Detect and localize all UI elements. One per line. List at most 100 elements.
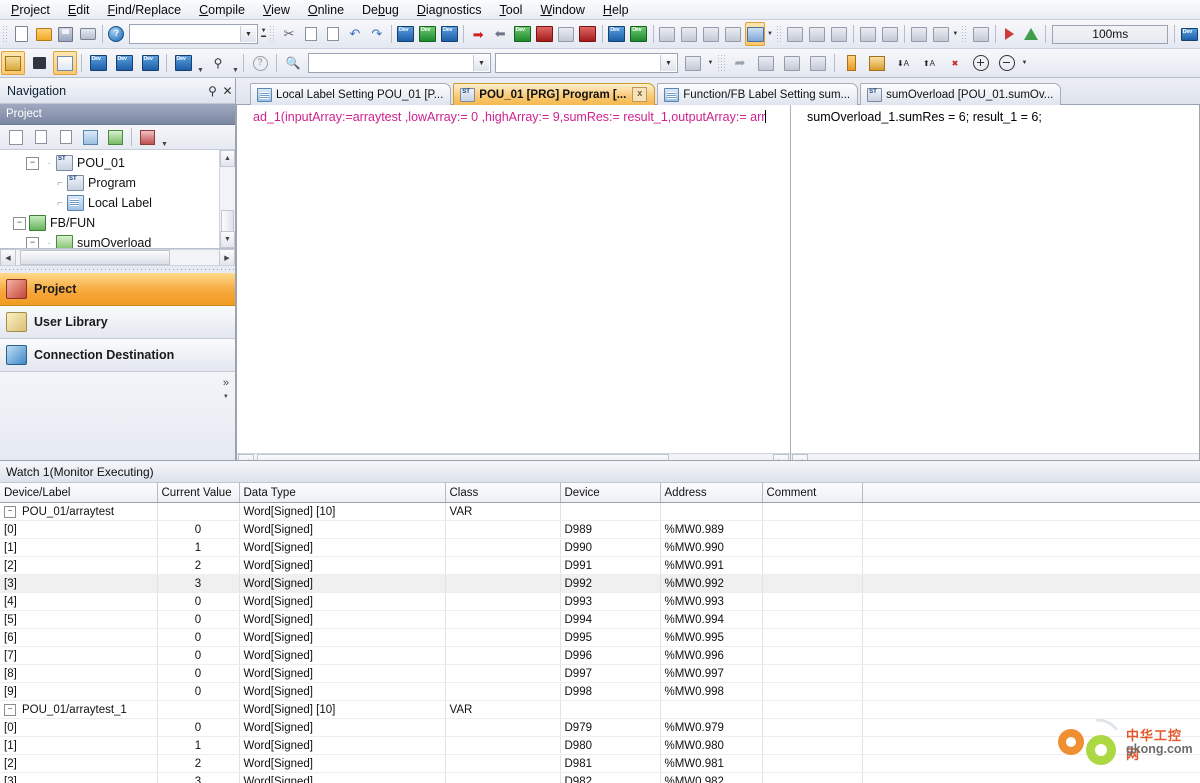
project-tree-icon[interactable] xyxy=(1,51,25,75)
cell-comment[interactable] xyxy=(762,628,863,647)
toolbar-grip-3[interactable] xyxy=(776,24,783,44)
cell-device[interactable]: D994 xyxy=(560,610,661,629)
cell-device[interactable]: D996 xyxy=(560,646,661,665)
menu-item-project[interactable]: Project xyxy=(2,1,59,19)
monitor-result-view[interactable]: sumOverload_1.sumRes = 6; result_1 = 6; xyxy=(791,105,1199,453)
tab-local-label-setting-pou01[interactable]: Local Label Setting POU_01 [P... xyxy=(250,83,452,105)
cell-data-type[interactable]: Word[Signed] xyxy=(239,610,446,629)
cell-device[interactable]: D990 xyxy=(560,538,661,557)
cell-current-value[interactable]: 0 xyxy=(157,664,240,683)
menu-item-compile[interactable]: Compile xyxy=(190,1,254,19)
device-green-icon[interactable] xyxy=(418,22,438,46)
device-list-icon[interactable] xyxy=(112,51,136,75)
insert-row-icon[interactable] xyxy=(865,51,889,75)
cell-device-label[interactable]: [1] xyxy=(0,736,158,755)
panel-splitter[interactable] xyxy=(0,265,235,273)
column-header-class[interactable]: Class xyxy=(445,483,561,503)
cell-device[interactable]: D997 xyxy=(560,664,661,683)
chevron-down-icon[interactable]: ▼ xyxy=(239,26,256,42)
column-header-current-value[interactable]: Current Value xyxy=(157,483,240,503)
expander-icon[interactable]: − xyxy=(26,236,39,248)
cell-current-value[interactable]: 0 xyxy=(157,592,240,611)
chevron-down-icon-3[interactable]: ▼ xyxy=(231,52,240,74)
cell-comment[interactable] xyxy=(762,754,863,773)
toolbar-grip-4[interactable] xyxy=(961,24,968,44)
cell-blank[interactable] xyxy=(862,754,1200,773)
device-search2-icon[interactable] xyxy=(86,51,110,75)
cell-blank[interactable] xyxy=(862,592,1200,611)
cell-device[interactable] xyxy=(560,502,661,521)
column-icon[interactable] xyxy=(839,51,863,75)
cell-class[interactable] xyxy=(445,520,561,539)
cell-device-label[interactable]: [2] xyxy=(0,754,158,773)
cell-comment[interactable] xyxy=(762,664,863,683)
expander-icon[interactable]: − xyxy=(13,216,26,230)
cell-data-type[interactable]: Word[Signed] xyxy=(239,592,446,611)
toolbar-grip-5[interactable] xyxy=(718,53,725,73)
cell-device[interactable]: D980 xyxy=(560,736,661,755)
toolbar-overflow-4[interactable]: ▼ xyxy=(706,52,715,74)
cell-class[interactable] xyxy=(445,736,561,755)
toolbar-overflow-3[interactable]: ▼ xyxy=(952,23,959,45)
project-tree[interactable]: − · POU_01 ⌐ Program ⌐ Local Label xyxy=(0,150,235,249)
cell-class[interactable] xyxy=(445,592,561,611)
view-filter-icon[interactable] xyxy=(136,126,159,148)
cell-device[interactable]: D979 xyxy=(560,718,661,737)
comment3-icon[interactable] xyxy=(701,22,721,46)
table-row[interactable]: − POU_01/arraytest_1 Word[Signed] [10] VAR xyxy=(0,700,1200,719)
trace-icon[interactable] xyxy=(909,22,929,46)
table-row[interactable]: [2] 2 Word[Signed] D991 %MW0.991 xyxy=(0,556,1200,575)
cell-device[interactable]: D982 xyxy=(560,772,661,783)
device-watch-icon[interactable] xyxy=(171,51,195,75)
table-row[interactable]: [6] 0 Word[Signed] D995 %MW0.995 xyxy=(0,628,1200,647)
scroll-down-icon[interactable]: ▼ xyxy=(220,231,235,248)
cell-data-type[interactable]: Word[Signed] xyxy=(239,772,446,783)
cell-class[interactable]: VAR xyxy=(445,502,561,521)
sidebar-item-connection-destination[interactable]: Connection Destination xyxy=(0,339,235,372)
table-row[interactable]: [0] 0 Word[Signed] D989 %MW0.989 xyxy=(0,520,1200,539)
cell-class[interactable]: VAR xyxy=(445,700,561,719)
cell-current-value[interactable]: 0 xyxy=(157,520,240,539)
table-row[interactable]: − POU_01/arraytest Word[Signed] [10] VAR xyxy=(0,502,1200,521)
cell-comment[interactable] xyxy=(762,592,863,611)
cell-device[interactable]: D991 xyxy=(560,556,661,575)
tab-pou01-prg-program[interactable]: POU_01 [PRG] Program [... x xyxy=(453,83,656,105)
table-row[interactable]: [3] 3 Word[Signed] D982 %MW0.982 xyxy=(0,772,1200,783)
cell-address[interactable]: %MW0.990 xyxy=(660,538,763,557)
cell-blank[interactable] xyxy=(862,718,1200,737)
cell-current-value[interactable]: 3 xyxy=(157,574,240,593)
cell-class[interactable] xyxy=(445,628,561,647)
module-icon[interactable] xyxy=(27,51,51,75)
cell-comment[interactable] xyxy=(762,718,863,737)
close-icon[interactable]: ✕ xyxy=(220,84,235,98)
cell-comment[interactable] xyxy=(762,736,863,755)
scroll-right-icon[interactable]: ▶ xyxy=(219,249,235,266)
cell-data-type[interactable]: Word[Signed] xyxy=(239,718,446,737)
cell-data-type[interactable]: Word[Signed] xyxy=(239,754,446,773)
cell-blank[interactable] xyxy=(862,646,1200,665)
paste-icon[interactable] xyxy=(323,22,343,46)
refresh-icon[interactable] xyxy=(104,126,127,148)
chevron-down-icon-2[interactable]: ▼ xyxy=(196,52,205,74)
expander-icon[interactable]: − xyxy=(4,703,16,716)
pin-icon[interactable]: ⚲ xyxy=(205,84,220,98)
cell-address[interactable]: %MW0.982 xyxy=(660,772,763,783)
cell-address[interactable]: %MW0.981 xyxy=(660,754,763,773)
menu-item-view[interactable]: View xyxy=(254,1,299,19)
expander-icon[interactable]: − xyxy=(26,156,39,170)
cell-current-value[interactable]: 0 xyxy=(157,718,240,737)
cell-class[interactable] xyxy=(445,754,561,773)
monitor-stop-icon[interactable] xyxy=(807,22,827,46)
cell-comment[interactable] xyxy=(762,502,863,521)
device-batch2-icon[interactable] xyxy=(629,22,649,46)
cell-address[interactable]: %MW0.992 xyxy=(660,574,763,593)
menu-item-diagnostics[interactable]: Diagnostics xyxy=(408,1,491,19)
monitor-start-icon[interactable] xyxy=(785,22,805,46)
cell-class[interactable] xyxy=(445,574,561,593)
close-tab-icon[interactable]: x xyxy=(632,87,648,102)
save-icon[interactable] xyxy=(56,22,76,46)
binoculars-icon[interactable]: 🔍 xyxy=(281,51,305,75)
table-row[interactable]: [2] 2 Word[Signed] D981 %MW0.981 xyxy=(0,754,1200,773)
menu-item-tool[interactable]: Tool xyxy=(491,1,532,19)
cell-device[interactable]: D981 xyxy=(560,754,661,773)
